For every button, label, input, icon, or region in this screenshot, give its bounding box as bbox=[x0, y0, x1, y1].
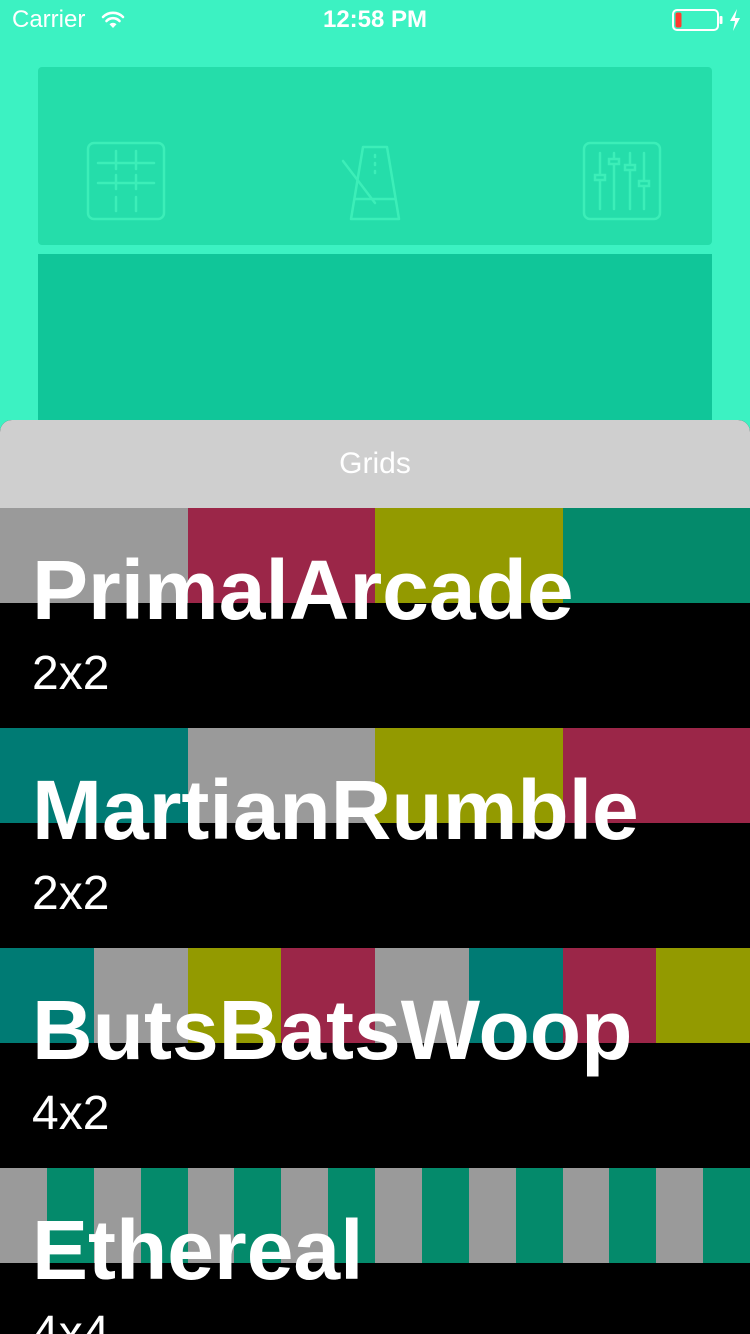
color-swatch bbox=[562, 1168, 610, 1263]
color-swatch bbox=[656, 1168, 704, 1263]
mixer-icon[interactable] bbox=[582, 141, 662, 221]
clock: 12:58 PM bbox=[322, 6, 428, 33]
tool-panel bbox=[38, 67, 712, 245]
grid-size: 2x2 bbox=[32, 647, 110, 700]
grid-name: ButsBatsWoop bbox=[32, 983, 633, 1077]
color-swatch bbox=[515, 1168, 563, 1263]
grid-row[interactable]: PrimalArcade 2x2 bbox=[0, 508, 750, 728]
grid-name: PrimalArcade bbox=[32, 543, 574, 637]
grid-size: 4x4 bbox=[32, 1307, 110, 1334]
status-bar: Carrier 12:58 PM bbox=[0, 0, 750, 40]
color-swatch bbox=[375, 1168, 422, 1263]
color-swatch bbox=[562, 508, 750, 603]
color-swatch bbox=[468, 1168, 516, 1263]
battery-icon bbox=[672, 9, 723, 31]
pad-area bbox=[38, 254, 712, 434]
grid-name: Ethereal bbox=[32, 1203, 364, 1297]
color-swatch bbox=[609, 1168, 657, 1263]
charging-bolt-icon bbox=[730, 9, 740, 31]
grid-list: PrimalArcade 2x2 MartianRumble 2x2 ButsBatsW… bbox=[0, 508, 750, 1334]
grids-sheet: Grids PrimalArcade 2x2 MartianRumble 2x2 But… bbox=[0, 420, 750, 1334]
color-swatch bbox=[703, 1168, 750, 1263]
grid-tool-icon[interactable] bbox=[86, 141, 166, 221]
color-swatch bbox=[421, 1168, 469, 1263]
sheet-title: Grids bbox=[0, 420, 750, 508]
grid-size: 4x2 bbox=[32, 1087, 110, 1140]
grid-row[interactable]: Ethereal 4x4 bbox=[0, 1168, 750, 1334]
grid-row[interactable]: MartianRumble 2x2 bbox=[0, 728, 750, 948]
grid-row[interactable]: ButsBatsWoop 4x2 bbox=[0, 948, 750, 1168]
color-swatch bbox=[656, 948, 750, 1043]
grid-size: 2x2 bbox=[32, 867, 110, 920]
grid-name: MartianRumble bbox=[32, 763, 639, 857]
metronome-icon[interactable] bbox=[335, 141, 415, 221]
